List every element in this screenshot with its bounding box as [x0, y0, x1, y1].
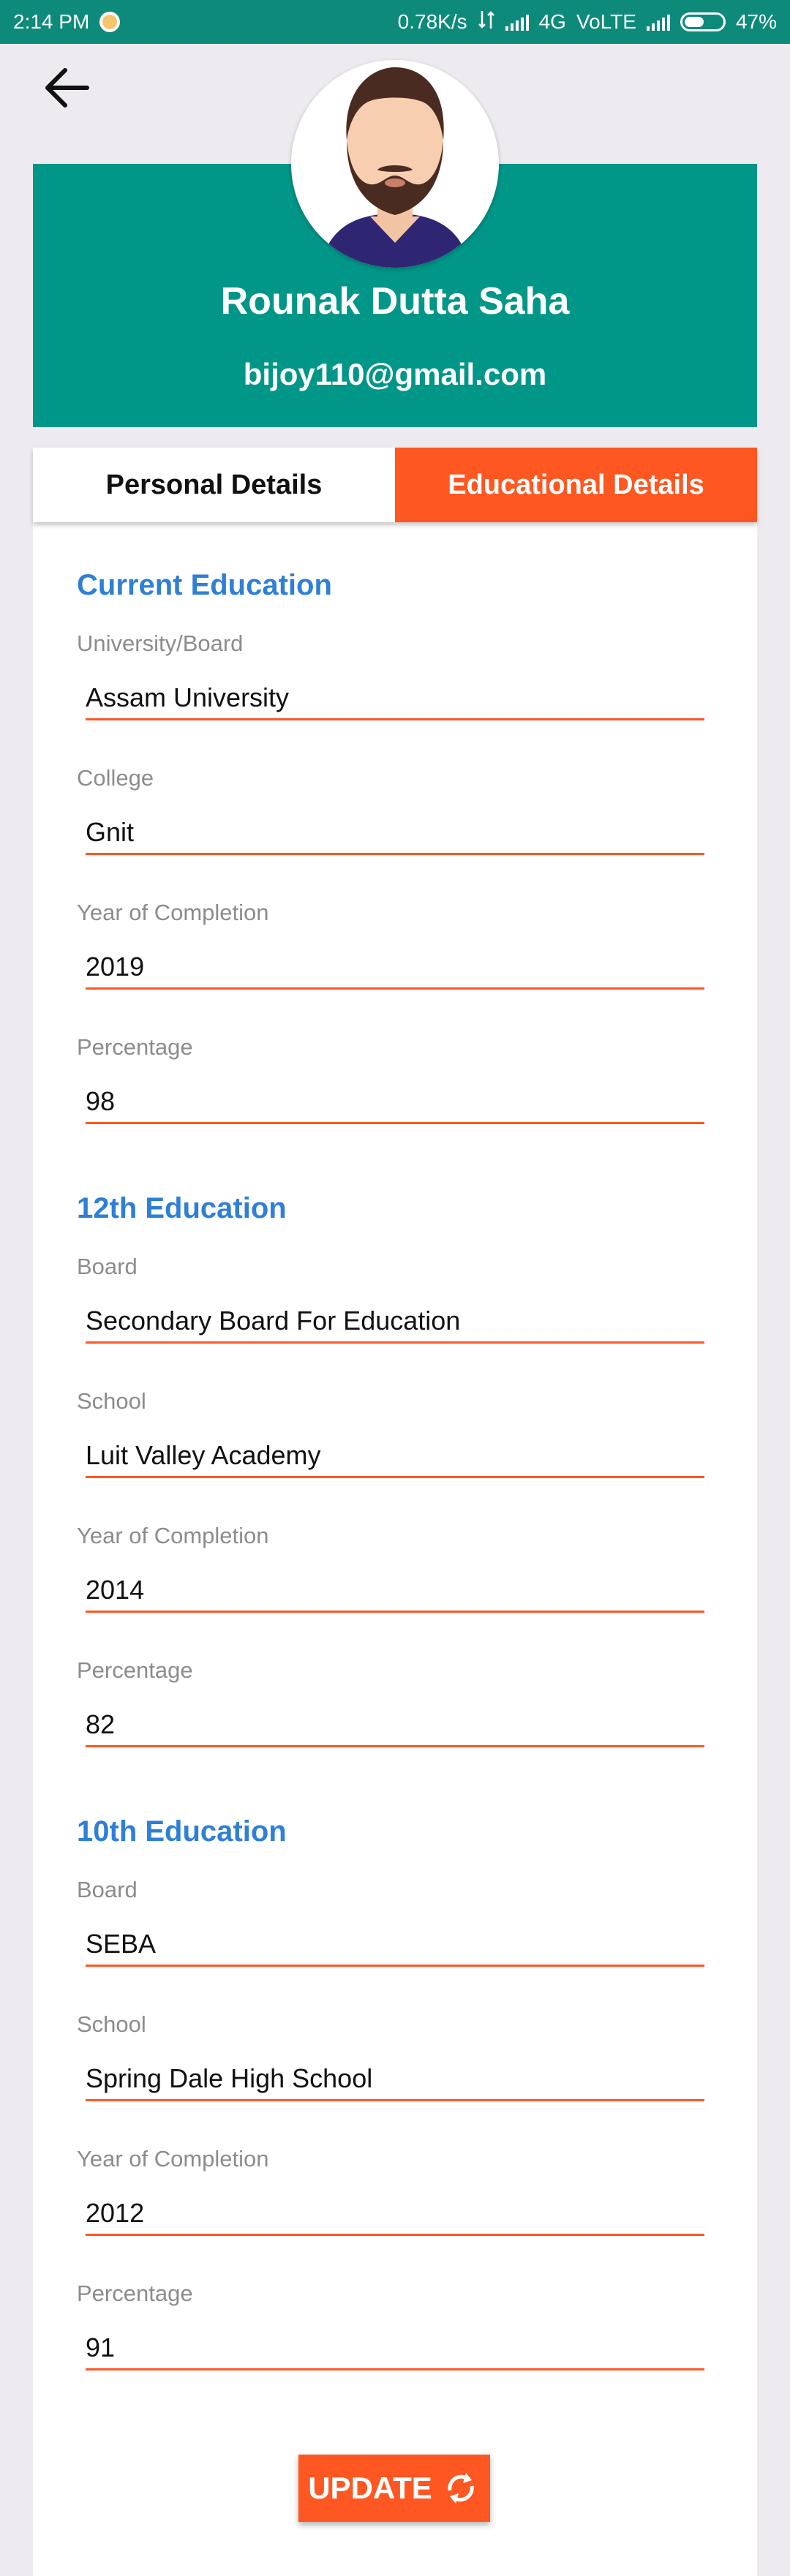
status-bar: 2:14 PM 0.78K/s 4G VoLTE 47%	[0, 0, 790, 44]
signal-icon-2	[646, 13, 670, 31]
refresh-icon	[448, 2473, 474, 2504]
percentage-input[interactable]	[86, 1703, 704, 1747]
update-button[interactable]: UPDATE	[298, 2455, 490, 2522]
network-speed: 0.78K/s	[397, 10, 467, 33]
field-label: Board	[77, 1877, 138, 1902]
profile-email: bijoy110@gmail.com	[243, 357, 547, 391]
section-title-current-education: Current Education	[77, 569, 332, 601]
back-button[interactable]	[38, 60, 94, 116]
tab-educational-details[interactable]: Educational Details	[395, 448, 757, 522]
field-label: Year of Completion	[77, 900, 269, 925]
college-input[interactable]	[86, 811, 704, 855]
network-type: 4G	[538, 10, 566, 33]
board-input[interactable]	[86, 1923, 704, 1967]
school-input[interactable]	[86, 2057, 704, 2101]
tab-bar: Personal Details Educational Details	[33, 448, 757, 522]
field-label: Year of Completion	[77, 2146, 269, 2172]
notification-icon	[99, 12, 121, 32]
year-of-completion-input[interactable]	[86, 1569, 704, 1613]
year-of-completion-input[interactable]	[86, 2192, 704, 2236]
field-label: Percentage	[77, 2281, 193, 2306]
field-label: Board	[77, 1254, 138, 1279]
university-board-input[interactable]	[86, 677, 704, 720]
percentage-input[interactable]	[86, 2327, 704, 2370]
school-input[interactable]	[86, 1434, 704, 1478]
update-button-label: UPDATE	[308, 2471, 432, 2505]
avatar	[291, 60, 499, 268]
year-of-completion-input[interactable]	[86, 946, 704, 990]
board-input[interactable]	[86, 1300, 704, 1344]
volte-label: VoLTE	[576, 10, 636, 33]
status-time: 2:14 PM	[13, 10, 90, 33]
field-label: School	[77, 1388, 146, 1414]
battery-icon	[680, 12, 726, 31]
arrow-left-icon	[45, 68, 89, 108]
profile-name: Rounak Dutta Saha	[220, 280, 570, 323]
tab-personal-details[interactable]: Personal Details	[33, 448, 395, 522]
data-transfer-icon	[478, 10, 495, 35]
field-label: University/Board	[77, 630, 244, 656]
battery-level: 47%	[735, 10, 777, 33]
section-title-10th-education: 10th Education	[77, 1815, 287, 1848]
field-label: Percentage	[77, 1034, 193, 1060]
field-label: College	[77, 765, 154, 791]
percentage-input[interactable]	[86, 1080, 704, 1124]
field-label: Year of Completion	[77, 1523, 269, 1548]
field-label: Percentage	[77, 1657, 193, 1683]
section-title-12th-education: 12th Education	[77, 1192, 287, 1224]
signal-icon	[505, 13, 529, 31]
field-label: School	[77, 2011, 146, 2037]
